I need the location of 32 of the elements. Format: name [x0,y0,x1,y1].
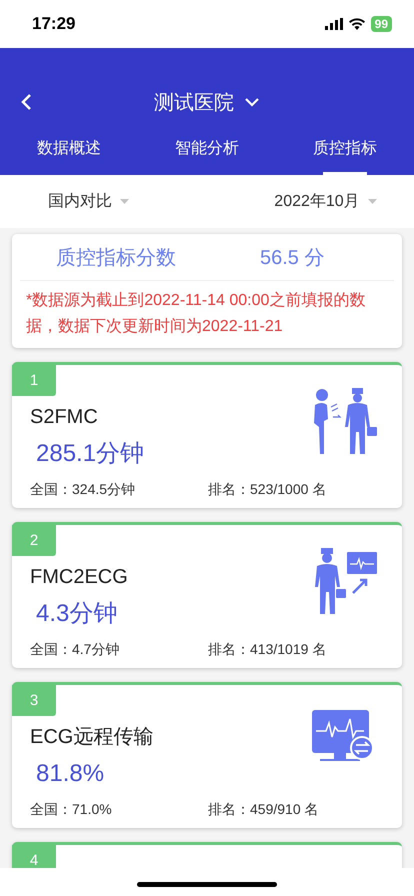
metric-name: FMC2ECG [30,565,129,589]
tab[interactable]: 智能分析 [138,130,276,175]
tab[interactable]: 数据概述 [0,130,138,175]
metric-name: S2FMC [30,405,99,429]
national-value: 全国：4.7分钟 [30,641,120,659]
metric-value: 285.1分钟 [36,439,146,469]
ranking-text: 排名：413/1019 名 [208,641,326,659]
clock-time: 17:29 [32,14,76,34]
score-label: 质控指标分数 [55,246,177,270]
metric-value: 4.3分钟 [36,599,118,629]
battery-level: 99 [370,16,392,32]
dropdown[interactable]: 国内对比 [0,191,177,212]
score-value: 56.5 分 [260,246,324,270]
rank-badge: 3 [12,685,56,716]
metric-value: 81.8% [36,759,106,789]
signal-icon [324,18,343,30]
ranking-text: 排名：459/910 名 [208,801,318,819]
tab[interactable]: 质控指标 [276,130,414,175]
national-value: 全国：324.5分钟 [30,481,136,499]
rank-badge: 2 [12,525,56,556]
dropdown[interactable]: 2022年10月 [177,191,414,212]
rank-badge: 4 [12,845,56,868]
wifi-icon [348,18,365,30]
hospital-selector[interactable]: 测试医院 [154,88,260,116]
data-source-note: *数据源为截止到2022-11-14 00:00之前填报的数据，数据下次更新时间为2022-11-21 [25,290,366,337]
back-icon[interactable] [20,92,34,112]
chevron-down-icon [244,97,260,107]
national-value: 全国：71.0% [30,801,113,819]
ranking-text: 排名：523/1000 名 [208,481,326,499]
metric-name: ECG远程传输 [30,725,154,749]
rank-badge: 1 [12,365,56,396]
home-indicator[interactable] [137,882,277,886]
